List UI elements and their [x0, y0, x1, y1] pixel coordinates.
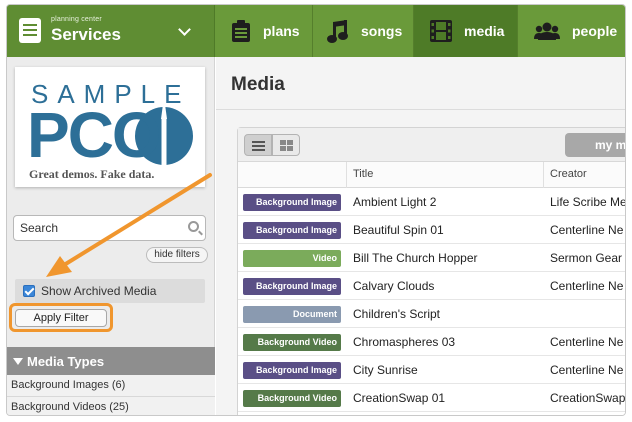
nav-tab-label: plans [263, 23, 300, 39]
grid-view-button[interactable] [272, 134, 300, 156]
media-title[interactable]: Bill The Church Hopper [353, 251, 478, 265]
type-badge: Background Image [243, 278, 341, 295]
media-title[interactable]: Ambient Light 2 [353, 195, 436, 209]
table-row[interactable]: Background Video CreationSwap 01 Creatio… [238, 384, 626, 412]
clipboard-icon [232, 20, 250, 42]
search-input[interactable]: Search [13, 215, 206, 241]
main-content: Media my me Title [216, 57, 626, 415]
creator-column-header[interactable]: Creator [543, 162, 587, 188]
media-type-item[interactable]: Background Images (6) [7, 375, 215, 397]
chevron-down-icon [178, 23, 191, 36]
list-view-button[interactable] [244, 134, 272, 156]
my-media-button[interactable]: my me [565, 133, 625, 157]
media-panel: my me Title Creator Background Image Amb… [237, 127, 626, 415]
table-row[interactable]: Document Children's Script [238, 300, 625, 328]
media-creator: Centerline Ne [550, 279, 624, 293]
type-badge: Video [243, 250, 341, 267]
nav-tab-label: people [572, 23, 618, 39]
table-row[interactable]: Background Image City Sunrise Centerline… [238, 356, 625, 384]
page-title: Media [231, 74, 285, 95]
type-badge: Background Image [243, 222, 341, 239]
search-placeholder: Search [20, 221, 59, 235]
nav-tab-label: songs [361, 23, 403, 39]
app-window: planning center Services plans songs med… [6, 4, 626, 416]
search-icon[interactable] [188, 221, 199, 232]
nav-tab-media[interactable]: media [414, 5, 518, 57]
music-note-icon [327, 20, 348, 43]
table-row[interactable]: Background Image Beautiful Spin 01 Cente… [238, 216, 625, 244]
media-title[interactable]: Beautiful Spin 01 [353, 223, 444, 237]
media-type-item[interactable]: Background Videos (25) [7, 397, 215, 415]
media-title[interactable]: Calvary Clouds [353, 279, 434, 293]
type-badge: Background Image [243, 362, 341, 379]
media-types-title: Media Types [27, 354, 105, 369]
media-creator: Centerline Ne [550, 363, 624, 377]
nav-tab-label: media [464, 23, 505, 39]
brand-name: Services [51, 25, 121, 44]
type-badge: Background Video [243, 334, 341, 351]
nav-tab-plans[interactable]: plans [215, 5, 313, 57]
church-logo: SAMPLE PCO Great demos. Fake data. [15, 67, 205, 187]
people-icon [534, 22, 560, 40]
media-title[interactable]: Chromaspheres 03 [353, 335, 455, 349]
logo-tagline: Great demos. Fake data. [29, 167, 155, 181]
media-title[interactable]: CreationSwap 01 [353, 391, 445, 405]
services-logo-icon [19, 18, 41, 43]
media-creator: Centerline Ne [550, 223, 624, 237]
type-column-header [238, 162, 347, 188]
table-row[interactable]: Background Image Ambient Light 2 Life Sc… [238, 188, 626, 216]
media-toolbar: my me [238, 128, 625, 162]
table-row[interactable]: Background Image Calvary Clouds Centerli… [238, 272, 625, 300]
type-badge: Background Video [243, 390, 341, 407]
divider [216, 109, 625, 110]
sidebar: SAMPLE PCO Great demos. Fake data. Searc… [7, 57, 215, 415]
table-row[interactable]: Video Bill The Church Hopper Sermon Gear [238, 244, 625, 272]
logo-pco-text: PCO [27, 99, 162, 171]
media-types-header[interactable]: Media Types [7, 347, 215, 375]
table-header: Title Creator [238, 162, 625, 188]
collapse-triangle-icon [13, 358, 23, 365]
media-creator: Sermon Gear [550, 251, 623, 265]
media-creator: Centerline Ne [550, 335, 624, 349]
top-nav: planning center Services plans songs med… [7, 5, 625, 57]
film-icon [430, 20, 452, 42]
title-column-header[interactable]: Title [353, 168, 373, 180]
apply-filter-button[interactable]: Apply Filter [15, 309, 107, 327]
media-title[interactable]: Children's Script [353, 307, 440, 321]
steeple-icon [161, 97, 167, 165]
show-archived-checkbox[interactable] [23, 285, 35, 297]
brand-subtitle: planning center [51, 16, 102, 23]
type-badge: Background Image [243, 194, 341, 211]
hide-filters-button[interactable]: hide filters [146, 247, 208, 263]
media-creator: Life Scribe Me [550, 195, 626, 209]
show-archived-row: Show Archived Media [15, 279, 205, 303]
table-row[interactable]: Background Video Chromaspheres 03 Center… [238, 328, 625, 356]
nav-tab-people[interactable]: people [518, 5, 625, 57]
media-title[interactable]: City Sunrise [353, 363, 418, 377]
type-badge: Document [243, 306, 341, 323]
nav-tab-songs[interactable]: songs [313, 5, 414, 57]
media-creator: CreationSwap [550, 391, 626, 405]
services-switcher[interactable]: planning center Services [7, 5, 215, 57]
show-archived-label[interactable]: Show Archived Media [41, 284, 156, 298]
